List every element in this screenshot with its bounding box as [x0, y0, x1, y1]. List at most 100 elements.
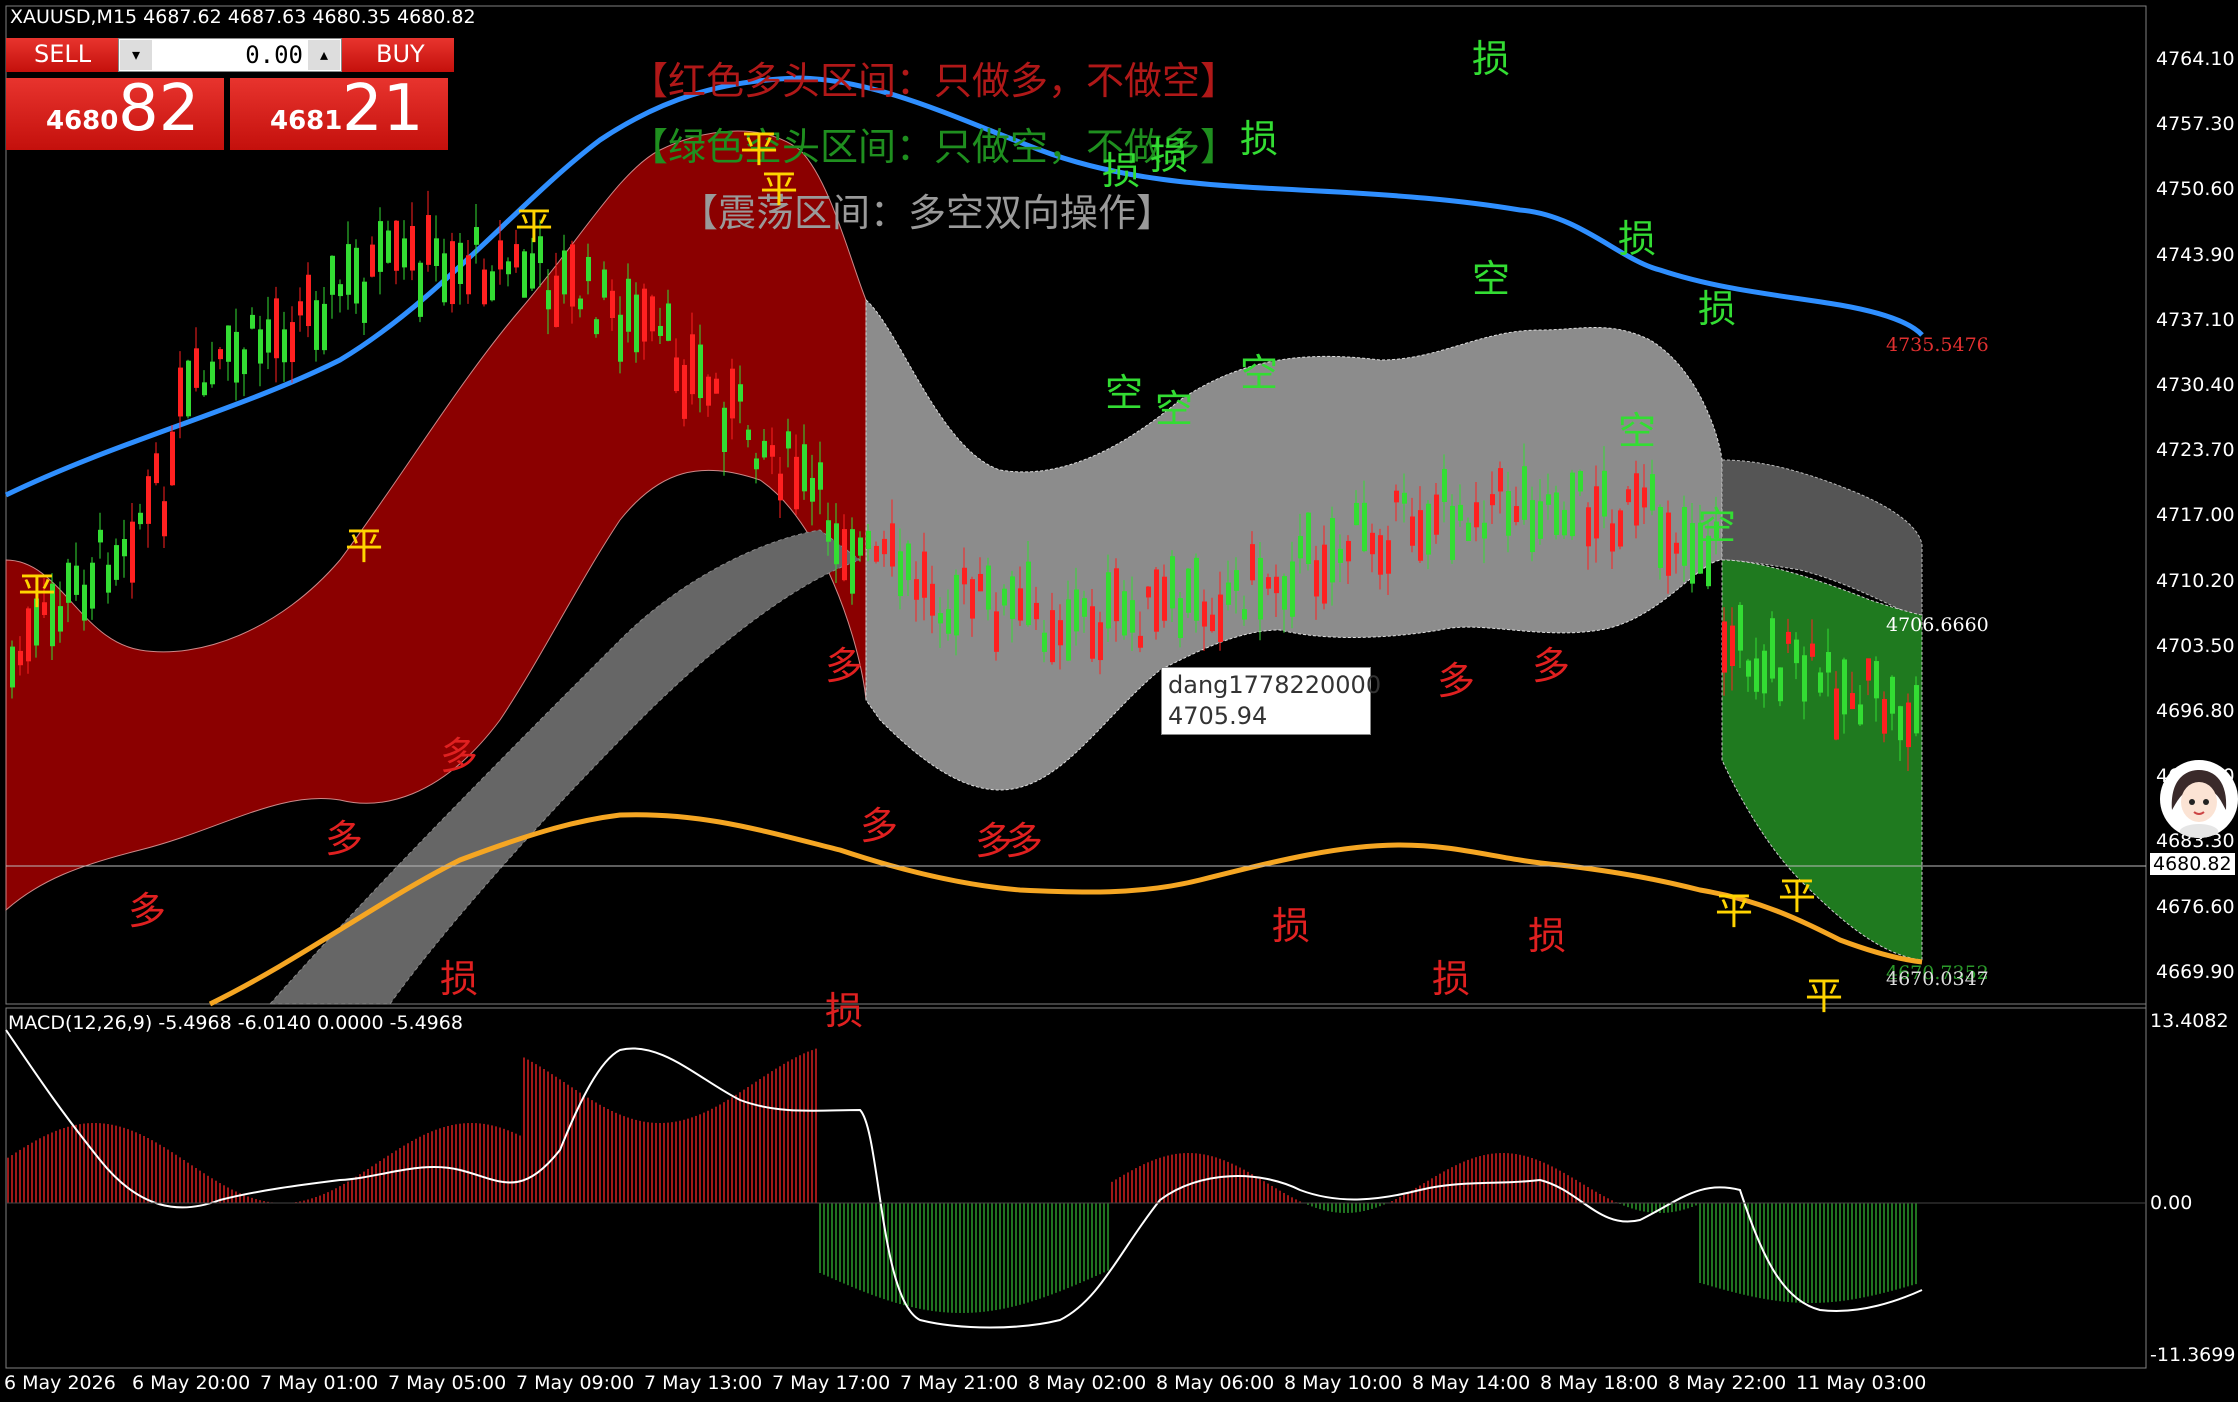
- candle-body: [1170, 556, 1175, 609]
- candle-body: [1874, 661, 1879, 699]
- candle-body: [594, 319, 599, 335]
- chart-header: XAUUSD,M15 4687.62 4687.63 4680.35 4680.…: [10, 6, 476, 28]
- candle-body: [1546, 494, 1551, 505]
- lot-size-control: ▾ ▴: [118, 38, 342, 72]
- candle-body: [1298, 535, 1303, 559]
- candle-body: [1314, 560, 1319, 597]
- candle-body: [58, 606, 63, 632]
- sell-button[interactable]: SELL: [6, 38, 118, 72]
- candle-body: [386, 230, 391, 263]
- candle-body: [1306, 512, 1311, 564]
- signal-stop: 损: [1240, 117, 1279, 161]
- signal-stop: 损: [825, 989, 864, 1033]
- candle-body: [18, 650, 23, 666]
- candle-body: [1890, 676, 1895, 714]
- candle-body: [754, 458, 759, 470]
- candle-body: [1394, 490, 1399, 503]
- price-axis-label: 4723.70: [2156, 439, 2235, 462]
- signal-stop: 损: [1698, 287, 1737, 331]
- candle-body: [1058, 620, 1063, 646]
- time-axis-label: 8 May 22:00: [1668, 1372, 1787, 1394]
- sell-label: SELL: [34, 40, 92, 68]
- macd-axis-bottom: -11.3699: [2150, 1344, 2236, 1366]
- signal-stop: 损: [1528, 914, 1567, 958]
- tooltip-value: 4705.94: [1168, 702, 1268, 730]
- candle-body: [634, 294, 639, 353]
- candle-body: [946, 609, 951, 634]
- macd-header: MACD(12,26,9) -5.4968 -6.0140 0.0000 -5.…: [8, 1012, 463, 1034]
- candle-body: [562, 250, 567, 295]
- buy-price-display[interactable]: 4681 21: [230, 72, 448, 150]
- candle-body: [906, 543, 911, 581]
- price-axis-label: 4717.00: [2156, 504, 2235, 527]
- candle-body: [858, 537, 863, 556]
- price-axis-label: 4710.20: [2156, 569, 2235, 592]
- candle-body: [1106, 572, 1111, 629]
- candle-body: [1562, 509, 1567, 536]
- candle-body: [1770, 618, 1775, 679]
- candle-body: [178, 367, 183, 417]
- price-axis-label: 4676.60: [2156, 895, 2235, 918]
- price-axis-label: 4750.60: [2156, 178, 2235, 201]
- candle-body: [506, 261, 511, 275]
- signal-close: 平: [1805, 974, 1844, 1018]
- sell-price-prefix: 4680: [46, 106, 119, 136]
- candle-body: [1098, 622, 1103, 661]
- buy-button[interactable]: BUY: [342, 38, 454, 72]
- signal-long: 多: [825, 644, 864, 688]
- signal-short: 空: [1240, 351, 1279, 395]
- candle-body: [1122, 591, 1127, 636]
- macd-axis-top: 13.4082: [2150, 1010, 2229, 1032]
- candle-body: [442, 253, 447, 303]
- candle-body: [1274, 576, 1279, 594]
- candle-body: [1114, 568, 1119, 622]
- candle-body: [802, 444, 807, 492]
- signal-short: 空: [1698, 504, 1737, 548]
- candle-body: [1642, 487, 1647, 508]
- signal-short: 空: [1105, 371, 1144, 415]
- candle-body: [410, 225, 415, 271]
- candle-body: [1554, 492, 1559, 535]
- candle-body: [1826, 652, 1831, 673]
- lot-size-input[interactable]: [153, 41, 305, 69]
- candle-body: [994, 611, 999, 652]
- candle-body: [970, 579, 975, 619]
- signal-close: 平: [1715, 889, 1754, 933]
- tooltip-name: dang1778220000: [1168, 671, 1382, 699]
- candle-body: [826, 520, 831, 542]
- candle-body: [1338, 548, 1343, 563]
- candle-body: [234, 331, 239, 383]
- candle-body: [1834, 688, 1839, 740]
- candle-body: [1762, 650, 1767, 694]
- signal-long: 多: [860, 804, 899, 848]
- sell-price-display[interactable]: 4680 82: [6, 72, 224, 150]
- lot-decrease-button[interactable]: ▾: [120, 40, 152, 70]
- candle-body: [770, 445, 775, 457]
- candle-body: [1530, 500, 1535, 553]
- candle-body: [1794, 639, 1799, 664]
- avatar[interactable]: [2160, 760, 2238, 838]
- candle-body: [1602, 470, 1607, 517]
- time-axis-label: 6 May 20:00: [132, 1372, 251, 1394]
- candle-body: [74, 565, 79, 595]
- candle-body: [106, 564, 111, 593]
- candle-body: [674, 357, 679, 392]
- candle-body: [1850, 693, 1855, 710]
- candle-body: [602, 269, 607, 298]
- candle-body: [1178, 598, 1183, 639]
- signal-close: 平: [760, 167, 799, 211]
- candle-body: [650, 296, 655, 332]
- candle-body: [1194, 557, 1199, 621]
- candle-body: [1810, 643, 1815, 657]
- candle-body: [490, 271, 495, 301]
- candle-body: [1090, 606, 1095, 659]
- lot-increase-button[interactable]: ▴: [308, 40, 340, 70]
- sell-price-big: 82: [118, 72, 200, 146]
- price-axis-label: 4696.80: [2156, 700, 2235, 722]
- candle-body: [98, 529, 103, 543]
- candle-body: [698, 344, 703, 399]
- candle-body: [1466, 522, 1471, 541]
- candle-body: [1186, 568, 1191, 613]
- candle-body: [1426, 503, 1431, 555]
- candle-body: [282, 329, 287, 363]
